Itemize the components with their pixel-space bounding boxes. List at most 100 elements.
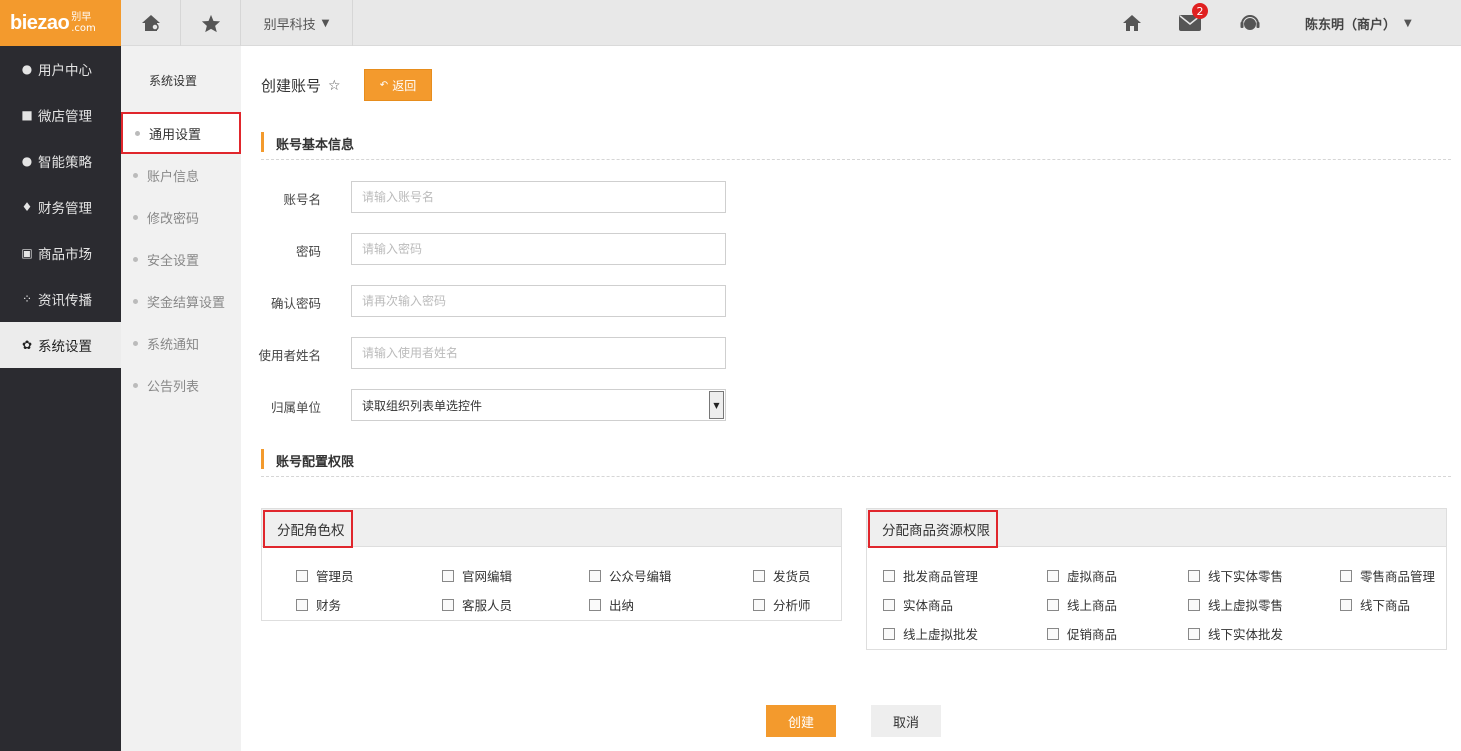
nav-item-strategy[interactable]: ● 智能策略 xyxy=(0,138,121,184)
star-outline-icon[interactable]: ☆ xyxy=(328,78,341,94)
nav-item-news[interactable]: ⁘ 资讯传播 xyxy=(0,276,121,322)
subnav-item-announcements[interactable]: 公告列表 xyxy=(121,364,241,406)
resource-checkbox[interactable]: 线下实体零售 xyxy=(1188,566,1283,585)
checkbox-icon[interactable] xyxy=(1188,569,1200,582)
account-input[interactable] xyxy=(351,181,726,213)
resource-checkbox[interactable]: 线上商品 xyxy=(1047,595,1117,614)
subnav-label: 通用设置 xyxy=(149,127,202,143)
role-checkbox[interactable]: 财务 xyxy=(296,595,341,614)
checkbox-icon[interactable] xyxy=(1188,598,1200,611)
nav-item-shop[interactable]: ■ 微店管理 xyxy=(0,92,121,138)
password-input[interactable] xyxy=(351,233,726,265)
subnav-label: 系统通知 xyxy=(147,337,200,353)
resource-checkbox[interactable]: 线上虚拟批发 xyxy=(883,624,978,643)
checkbox-icon[interactable] xyxy=(1340,598,1352,611)
subnav-label: 奖金结算设置 xyxy=(147,295,226,311)
org-label: 归属单位 xyxy=(270,400,321,415)
role-checkbox[interactable]: 发货员 xyxy=(753,566,811,585)
checkbox-icon[interactable] xyxy=(883,598,895,611)
username-label: 使用者姓名 xyxy=(258,348,321,363)
nav-item-market[interactable]: ▣ 商品市场 xyxy=(0,230,121,276)
resource-checkbox[interactable]: 零售商品管理 xyxy=(1340,566,1435,585)
checkbox-icon[interactable] xyxy=(589,569,601,582)
user-menu[interactable]: 陈东明（商户） ▼ xyxy=(1305,0,1412,46)
resource-checkbox[interactable]: 虚拟商品 xyxy=(1047,566,1117,585)
username-input[interactable] xyxy=(351,337,726,369)
subnav-item-bonus[interactable]: 奖金结算设置 xyxy=(121,280,241,322)
subnav-item-notifications[interactable]: 系统通知 xyxy=(121,322,241,364)
strategy-icon: ● xyxy=(21,154,33,168)
role-checkbox[interactable]: 管理员 xyxy=(296,566,354,585)
caret-down-icon: ▼ xyxy=(321,17,330,29)
subnav-label: 修改密码 xyxy=(147,211,200,227)
checkbox-icon[interactable] xyxy=(1047,627,1059,640)
checkbox-icon[interactable] xyxy=(442,569,454,582)
resource-checkbox[interactable]: 促销商品 xyxy=(1047,624,1117,643)
checkbox-icon[interactable] xyxy=(883,569,895,582)
resource-checkbox[interactable]: 实体商品 xyxy=(883,595,953,614)
section-bar xyxy=(261,449,264,469)
nav-label: 财务管理 xyxy=(38,201,92,217)
create-button[interactable]: 创建 xyxy=(766,705,836,737)
cancel-button[interactable]: 取消 xyxy=(871,705,941,737)
org-select-value: 读取组织列表单选控件 xyxy=(362,398,483,413)
checkbox-icon[interactable] xyxy=(753,569,765,582)
nav-label: 智能策略 xyxy=(38,155,92,171)
logo-cn: 别早 xyxy=(71,12,92,23)
main-content: 创建账号 ☆ ↶ 返回 账号基本信息 账号名 密码 确认密码 使用者姓名 归属单… xyxy=(241,46,1461,751)
role-checkbox[interactable]: 分析师 xyxy=(753,595,811,614)
shop-icon: ■ xyxy=(21,108,33,122)
password-label: 密码 xyxy=(295,244,321,259)
resource-checkbox[interactable]: 批发商品管理 xyxy=(883,566,978,585)
checkbox-icon[interactable] xyxy=(442,598,454,611)
home-settings-button[interactable] xyxy=(121,0,181,46)
roles-panel-title: 分配角色权 xyxy=(263,510,353,548)
bullet-icon xyxy=(135,130,140,136)
checkbox-icon[interactable] xyxy=(1340,569,1352,582)
resource-checkbox[interactable]: 线上虚拟零售 xyxy=(1188,595,1283,614)
resource-checkbox[interactable]: 线下商品 xyxy=(1340,595,1410,614)
home-button[interactable] xyxy=(1112,0,1152,46)
support-button[interactable] xyxy=(1230,0,1270,46)
nav-item-finance[interactable]: ♦ 财务管理 xyxy=(0,184,121,230)
confirm-password-input[interactable] xyxy=(351,285,726,317)
dropdown-arrow-icon[interactable]: ▼ xyxy=(709,391,724,419)
role-checkbox[interactable]: 官网编辑 xyxy=(442,566,512,585)
logo[interactable]: biezao 别早 .com xyxy=(0,0,121,46)
nav-item-system-settings[interactable]: ✿ 系统设置 xyxy=(0,322,121,368)
main-sidebar: ● 用户中心 ■ 微店管理 ● 智能策略 ♦ 财务管理 ▣ 商品市场 ⁘ 资讯传… xyxy=(0,46,121,751)
checkbox-icon[interactable] xyxy=(589,598,601,611)
favorites-button[interactable] xyxy=(181,0,241,46)
nav-label: 系统设置 xyxy=(38,339,92,355)
subnav-item-change-password[interactable]: 修改密码 xyxy=(121,196,241,238)
nav-item-user-center[interactable]: ● 用户中心 xyxy=(0,46,121,92)
back-button[interactable]: ↶ 返回 xyxy=(364,69,432,101)
user-name: 陈东明（商户） xyxy=(1305,17,1397,33)
subnav-item-security[interactable]: 安全设置 xyxy=(121,238,241,280)
form-row-account: 账号名 xyxy=(241,181,981,213)
org-select[interactable]: 读取组织列表单选控件 ▼ xyxy=(351,389,726,421)
subnav-label: 账户信息 xyxy=(147,169,200,185)
bullet-icon xyxy=(133,298,138,304)
company-name: 别早科技 xyxy=(263,17,316,33)
top-bar: biezao 别早 .com 别早科技 ▼ 2 陈东明（商户） ▼ xyxy=(0,0,1461,46)
checkbox-icon[interactable] xyxy=(753,598,765,611)
bullet-icon xyxy=(133,172,138,178)
checkbox-icon[interactable] xyxy=(1047,598,1059,611)
grid-icon: ⁘ xyxy=(21,292,33,306)
role-checkbox[interactable]: 出纳 xyxy=(589,595,634,614)
resource-checkbox[interactable]: 线下实体批发 xyxy=(1188,624,1283,643)
checkbox-icon[interactable] xyxy=(296,569,308,582)
company-switcher[interactable]: 别早科技 ▼ xyxy=(241,0,353,46)
bullet-icon xyxy=(133,214,138,220)
subnav-item-general[interactable]: 通用设置 xyxy=(121,112,241,154)
role-checkbox[interactable]: 公众号编辑 xyxy=(589,566,672,585)
role-checkbox[interactable]: 客服人员 xyxy=(442,595,512,614)
checkbox-icon[interactable] xyxy=(296,598,308,611)
subnav-label: 安全设置 xyxy=(147,253,200,269)
subnav-item-account-info[interactable]: 账户信息 xyxy=(121,154,241,196)
messages-button[interactable]: 2 xyxy=(1170,0,1210,46)
checkbox-icon[interactable] xyxy=(1047,569,1059,582)
checkbox-icon[interactable] xyxy=(1188,627,1200,640)
checkbox-icon[interactable] xyxy=(883,627,895,640)
